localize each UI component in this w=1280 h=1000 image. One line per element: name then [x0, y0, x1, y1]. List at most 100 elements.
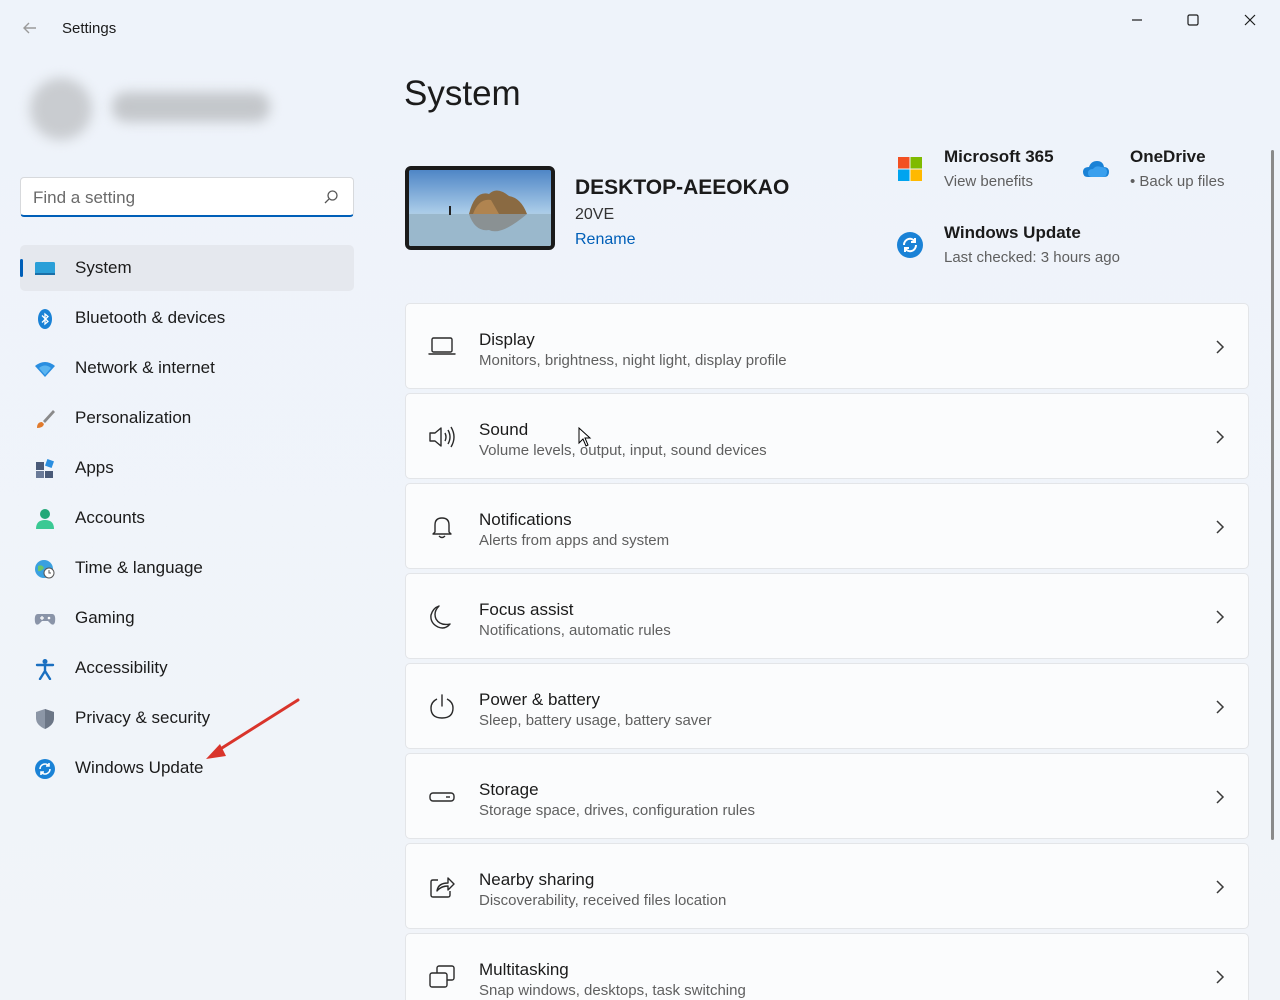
wifi-icon	[35, 362, 55, 377]
title-bar: Settings	[0, 0, 1280, 40]
bell-icon	[432, 517, 452, 539]
shield-icon	[36, 709, 54, 729]
brush-icon	[37, 410, 55, 428]
chevron-right-icon	[1216, 700, 1225, 714]
quick-link-title: OneDrive	[1130, 147, 1206, 166]
bluetooth-icon	[38, 309, 52, 329]
sidebar-item-windows-update[interactable]: Windows Update	[20, 745, 354, 791]
card-title: Display	[479, 330, 535, 349]
card-title: Sound	[479, 420, 529, 439]
sidebar-item-label: Personalization	[75, 408, 192, 427]
card-subtitle: Snap windows, desktops, task switching	[479, 982, 746, 999]
settings-list: Display Monitors, brightness, night ligh…	[405, 303, 1249, 1000]
wallpaper-image-icon	[409, 170, 551, 246]
user-name-blurred	[112, 92, 270, 122]
settings-card-sound[interactable]: Sound Volume levels, output, input, soun…	[405, 393, 1249, 479]
settings-card-nearby-sharing[interactable]: Nearby sharing Discoverability, received…	[405, 843, 1249, 929]
card-title: Focus assist	[479, 600, 574, 619]
avatar	[30, 78, 92, 140]
sidebar-item-gaming[interactable]: Gaming	[20, 595, 354, 641]
chevron-right-icon	[1216, 430, 1225, 444]
sidebar-item-privacy-security[interactable]: Privacy & security	[20, 695, 354, 741]
card-subtitle: Sleep, battery usage, battery saver	[479, 712, 712, 729]
maximize-icon	[1187, 14, 1199, 26]
card-title: Storage	[479, 780, 539, 799]
scrollbar[interactable]	[1271, 150, 1274, 840]
chevron-right-icon	[1216, 520, 1225, 534]
device-name: DESKTOP-AEEOKAO	[575, 176, 790, 199]
minimize-icon	[1132, 19, 1142, 21]
sidebar-item-label: Gaming	[75, 608, 135, 627]
onedrive-icon	[1083, 161, 1109, 177]
apps-icon	[36, 459, 54, 478]
settings-card-multitasking[interactable]: Multitasking Snap windows, desktops, tas…	[405, 933, 1249, 1000]
close-icon	[1244, 14, 1256, 26]
device-wallpaper-thumbnail	[405, 166, 555, 250]
chevron-right-icon	[1216, 970, 1225, 984]
settings-card-display[interactable]: Display Monitors, brightness, night ligh…	[405, 303, 1249, 389]
sidebar-item-network[interactable]: Network & internet	[20, 345, 354, 391]
quick-link-onedrive[interactable]: OneDrive • Back up files	[1082, 147, 1242, 197]
card-subtitle: Storage space, drives, configuration rul…	[479, 802, 755, 819]
quick-link-subtitle: View benefits	[944, 173, 1033, 190]
quick-link-title: Microsoft 365	[944, 147, 1054, 166]
card-title: Nearby sharing	[479, 870, 595, 889]
sidebar-nav: System Bluetooth & devices Network & int…	[20, 245, 354, 795]
back-arrow-icon[interactable]	[16, 18, 44, 42]
chevron-right-icon	[1216, 610, 1225, 624]
power-icon	[430, 694, 454, 719]
chevron-right-icon	[1216, 880, 1225, 894]
sidebar-item-accessibility[interactable]: Accessibility	[20, 645, 354, 691]
card-title: Notifications	[479, 510, 572, 529]
sidebar-item-bluetooth[interactable]: Bluetooth & devices	[20, 295, 354, 341]
quick-link-subtitle: • Back up files	[1130, 173, 1225, 190]
card-title: Power & battery	[479, 690, 600, 709]
maximize-button[interactable]	[1170, 6, 1216, 34]
system-icon	[35, 262, 55, 275]
sidebar-item-label: Time & language	[75, 558, 203, 577]
sidebar-item-label: Accessibility	[75, 658, 168, 677]
quick-link-title: Windows Update	[944, 223, 1081, 242]
gamepad-icon	[34, 614, 56, 625]
sidebar-item-system[interactable]: System	[20, 245, 354, 291]
sidebar-item-label: Bluetooth & devices	[75, 308, 226, 327]
card-subtitle: Monitors, brightness, night light, displ…	[479, 352, 787, 369]
moon-icon	[430, 605, 451, 629]
rename-link[interactable]: Rename	[575, 231, 635, 249]
search-box[interactable]	[20, 177, 354, 217]
settings-card-notifications[interactable]: Notifications Alerts from apps and syste…	[405, 483, 1249, 569]
microsoft-logo-icon	[898, 157, 922, 181]
card-subtitle: Alerts from apps and system	[479, 532, 670, 549]
card-subtitle: Volume levels, output, input, sound devi…	[479, 442, 767, 459]
settings-card-storage[interactable]: Storage Storage space, drives, configura…	[405, 753, 1249, 839]
card-subtitle: Notifications, automatic rules	[479, 622, 671, 639]
quick-link-windows-update[interactable]: Windows Update Last checked: 3 hours ago	[896, 223, 1136, 273]
speaker-icon	[429, 426, 455, 448]
display-icon	[428, 337, 456, 355]
storage-icon	[429, 792, 455, 802]
close-button[interactable]	[1227, 6, 1273, 34]
update-icon	[897, 232, 923, 258]
accessibility-icon	[35, 659, 55, 680]
mouse-cursor-icon	[578, 427, 592, 447]
quick-link-microsoft-365[interactable]: Microsoft 365 View benefits	[896, 147, 1066, 197]
card-title: Multitasking	[479, 960, 569, 979]
globe-clock-icon	[35, 560, 55, 579]
sidebar-item-label: Privacy & security	[75, 708, 211, 727]
multitask-icon	[429, 965, 455, 988]
search-icon[interactable]	[323, 189, 339, 205]
device-model: 20VE	[575, 206, 615, 223]
sidebar-item-label: System	[75, 258, 132, 277]
page-title: System	[404, 74, 521, 113]
sidebar-item-accounts[interactable]: Accounts	[20, 495, 354, 541]
user-profile[interactable]	[12, 58, 302, 158]
sidebar-item-personalization[interactable]: Personalization	[20, 395, 354, 441]
sidebar-item-label: Network & internet	[75, 358, 215, 377]
sidebar-item-time-language[interactable]: Time & language	[20, 545, 354, 591]
settings-card-focus-assist[interactable]: Focus assist Notifications, automatic ru…	[405, 573, 1249, 659]
minimize-button[interactable]	[1114, 6, 1160, 34]
update-icon	[35, 759, 55, 779]
settings-card-power-battery[interactable]: Power & battery Sleep, battery usage, ba…	[405, 663, 1249, 749]
sidebar-item-apps[interactable]: Apps	[20, 445, 354, 491]
search-input[interactable]	[33, 187, 313, 209]
